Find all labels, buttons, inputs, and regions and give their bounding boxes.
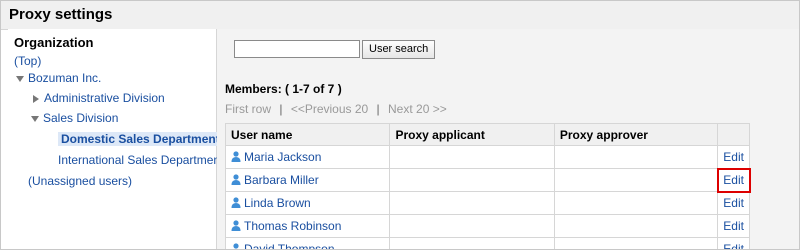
- column-header-user-name: User name: [224, 123, 391, 146]
- unassigned-users-link[interactable]: (Unassigned users): [28, 171, 132, 191]
- members-count: Members: ( 1-7 of 7 ): [225, 82, 342, 96]
- user-search-input[interactable]: [234, 40, 360, 58]
- title-bar: Proxy settings: [1, 1, 799, 30]
- action-cell: Edit: [717, 237, 750, 249]
- edit-link[interactable]: Edit: [723, 196, 744, 210]
- proxy-applicant-cell: [389, 237, 555, 249]
- tree-item-international-sales[interactable]: International Sales Department: [58, 150, 223, 170]
- pager-separator: |: [279, 102, 283, 116]
- action-cell: Edit: [717, 191, 750, 215]
- user-name-cell[interactable]: Linda Brown: [224, 191, 391, 215]
- user-name-cell[interactable]: Maria Jackson: [224, 145, 391, 169]
- proxy-approver-cell: [553, 191, 719, 215]
- organization-heading: Organization: [14, 35, 94, 50]
- tree-item-bozuman[interactable]: Bozuman Inc.: [16, 68, 101, 88]
- proxy-approver-cell: [553, 145, 719, 169]
- proxy-applicant-cell: [389, 168, 555, 192]
- expand-triangle-icon[interactable]: [16, 75, 24, 82]
- action-cell-highlighted: Edit: [716, 167, 751, 193]
- pager-previous: <<Previous 20: [290, 102, 369, 116]
- pager-next: Next 20 >>: [388, 102, 447, 116]
- proxy-applicant-cell: [389, 145, 555, 169]
- tree-item-label[interactable]: International Sales Department: [58, 153, 223, 167]
- user-name-link[interactable]: David Thompson: [244, 242, 335, 249]
- pager: First row | <<Previous 20 | Next 20 >>: [225, 102, 447, 116]
- column-header-proxy-approver: Proxy approver: [553, 123, 719, 146]
- proxy-applicant-cell: [389, 214, 555, 238]
- user-icon: [233, 243, 239, 249]
- proxy-approver-cell: [553, 214, 719, 238]
- user-icon: [231, 220, 241, 231]
- column-header-action: [717, 123, 750, 146]
- tree-item-administrative[interactable]: Administrative Division: [33, 88, 165, 108]
- tree-item-label[interactable]: Bozuman Inc.: [28, 71, 101, 85]
- organization-panel: Organization (Top) Bozuman Inc. Administ…: [8, 29, 223, 249]
- page-title: Proxy settings: [9, 6, 113, 23]
- user-name-link[interactable]: Maria Jackson: [244, 150, 321, 164]
- members-panel: User search Members: ( 1-7 of 7 ) First …: [217, 29, 799, 249]
- table-row: David Thompson Edit: [224, 237, 750, 249]
- user-name-link[interactable]: Thomas Robinson: [244, 219, 341, 233]
- user-name-cell[interactable]: David Thompson: [224, 237, 391, 249]
- proxy-applicant-cell: [389, 191, 555, 215]
- table-row: Maria Jackson Edit: [224, 145, 750, 169]
- edit-link[interactable]: Edit: [723, 219, 744, 233]
- user-name-link[interactable]: Linda Brown: [244, 196, 311, 210]
- user-icon: [231, 151, 241, 162]
- tree-item-label[interactable]: Administrative Division: [44, 91, 165, 105]
- edit-link[interactable]: Edit: [723, 173, 744, 187]
- user-name-cell[interactable]: Barbara Miller: [224, 168, 391, 192]
- action-cell: Edit: [717, 145, 750, 169]
- expand-triangle-icon[interactable]: [31, 115, 39, 122]
- edit-link[interactable]: Edit: [723, 242, 744, 249]
- proxy-approver-cell: [553, 237, 719, 249]
- proxy-approver-cell: [553, 168, 719, 192]
- user-icon: [231, 174, 241, 185]
- tree-item-label-selected[interactable]: Domestic Sales Department: [58, 132, 223, 146]
- tree-item-domestic-sales[interactable]: Domestic Sales Department: [58, 129, 223, 149]
- tree-item-label[interactable]: Sales Division: [43, 111, 118, 125]
- column-header-proxy-applicant: Proxy applicant: [389, 123, 555, 146]
- user-name-link[interactable]: Barbara Miller: [244, 173, 319, 187]
- table-row: Thomas Robinson Edit: [224, 214, 750, 238]
- user-icon: [231, 197, 241, 208]
- collapse-triangle-icon[interactable]: [33, 94, 39, 103]
- table-row: Linda Brown Edit: [224, 191, 750, 215]
- user-search-button[interactable]: User search: [362, 40, 436, 59]
- proxy-settings-panel: Proxy settings Organization (Top) Bozuma…: [0, 0, 800, 250]
- members-table: User name Proxy applicant Proxy approver…: [224, 123, 751, 249]
- action-cell: Edit: [717, 214, 750, 238]
- user-name-cell[interactable]: Thomas Robinson: [224, 214, 391, 238]
- tree-item-sales-division[interactable]: Sales Division: [31, 108, 118, 128]
- table-row: Barbara Miller Edit: [224, 167, 751, 193]
- table-header-row: User name Proxy applicant Proxy approver: [224, 123, 750, 146]
- edit-link[interactable]: Edit: [723, 150, 744, 164]
- pager-first: First row: [225, 102, 271, 116]
- pager-separator: |: [376, 102, 380, 116]
